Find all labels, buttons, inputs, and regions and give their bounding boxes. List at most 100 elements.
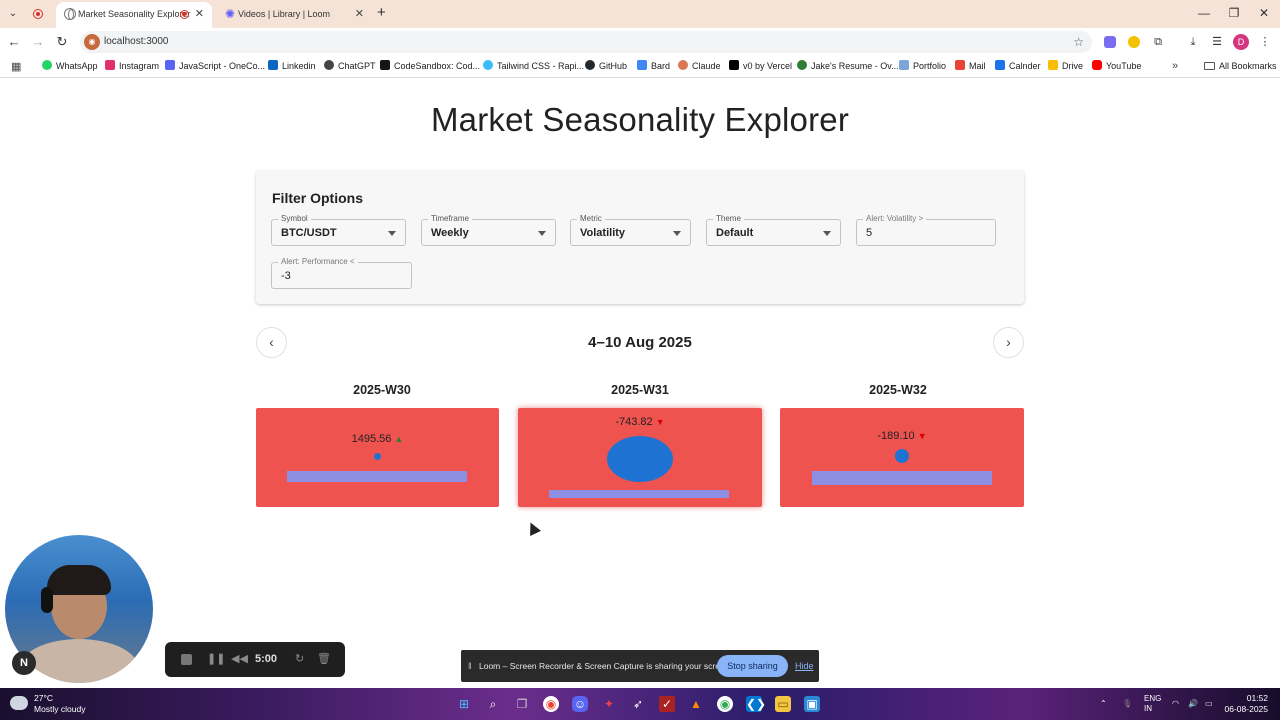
kebab-menu-icon[interactable]: ⋮ [1256,33,1274,51]
bookmark-item[interactable]: GitHub [585,56,627,78]
steam-icon[interactable]: ➶ [630,696,646,712]
apps-grid-icon[interactable]: ▦ [11,61,23,73]
folder-icon [1204,62,1215,70]
bookmark-item[interactable]: JavaScript - OneCo... [165,56,265,78]
vscode-icon[interactable]: ❮❯ [746,696,766,712]
alert-performance-value: -3 [281,270,291,282]
bookmark-item[interactable]: WhatsApp [42,56,98,78]
bookmark-item[interactable]: Bard [637,56,670,78]
hide-link[interactable]: Hide [795,650,814,682]
gmail-icon [955,60,965,70]
chevron-right-icon: › [1006,334,1011,350]
next-period-button[interactable]: › [993,327,1024,358]
close-tab-icon[interactable]: ✕ [195,2,204,26]
download-icon[interactable]: ⤓ [1184,33,1202,51]
drag-handle-icon[interactable]: ‖ [468,650,472,682]
stop-recording-icon[interactable] [181,654,192,665]
weather-description[interactable]: Mostly cloudy [34,704,86,714]
rewind-icon[interactable]: ◀◀ [231,642,248,677]
restart-icon[interactable]: ↻ [295,642,304,677]
bookmark-item[interactable]: Claude [678,56,721,78]
bookmark-item[interactable]: v0 by Vercel [729,56,792,78]
week-card[interactable]: -189.10 ▼ [780,408,1024,507]
more-bookmarks-chevron-icon[interactable]: » [1172,56,1178,77]
symbol-select[interactable]: Symbol BTC/USDT [271,213,406,246]
bookmark-label: Bard [651,61,671,71]
weather-cloud-icon[interactable] [10,696,28,710]
restore-icon[interactable]: ❐ [1219,4,1249,22]
previous-period-button[interactable]: ‹ [256,327,287,358]
profile-avatar[interactable]: D [1233,34,1249,50]
vlc-icon[interactable]: ▲ [688,696,704,712]
task-view-icon[interactable]: ❐ [514,696,530,712]
loom-badge[interactable]: N [12,651,36,675]
windows-start-icon[interactable]: ⊞ [456,696,472,712]
alert-performance-input[interactable]: Alert: Performance < -3 [271,256,412,289]
windows-taskbar: 27°C Mostly cloudy ⊞ ⌕ ❐ ◉ ☺ ✦ ➶ ✓ ▲ ◉ ❮… [0,688,1280,720]
volume-icon[interactable]: 🔊 [1188,688,1198,720]
week-card[interactable]: 1495.56 ▲ [256,408,499,507]
language-indicator[interactable]: ENG IN [1144,694,1161,714]
bookmark-item[interactable]: Instagram [105,56,159,78]
bookmark-item[interactable]: Linkedin [268,56,316,78]
tab-market-seasonality[interactable]: Market Seasonality Explorer ✕ [56,2,212,28]
stop-sharing-button[interactable]: Stop sharing [717,655,788,677]
bookmark-item[interactable]: Jake's Resume - Ov... [797,56,899,78]
tab-search-chevron-icon[interactable]: ⌄ [5,6,21,22]
file-explorer-icon[interactable]: ▭ [775,696,791,712]
dropdown-caret-icon [388,231,396,236]
bookmark-item[interactable]: Calnder [995,56,1041,78]
wifi-icon[interactable]: ◠ [1172,688,1179,720]
bard-icon [637,60,647,70]
bookmark-item[interactable]: Tailwind CSS - Rapi... [483,56,584,78]
all-bookmarks[interactable]: All Bookmarks [1204,56,1277,77]
photos-icon[interactable]: ▣ [804,696,820,712]
alert-volatility-input[interactable]: Alert: Volatility > 5 [856,213,996,246]
reload-icon[interactable]: ↻ [54,33,70,51]
system-clock[interactable]: 01:52 06-08-2025 [1224,693,1268,715]
down-arrow-icon: ▼ [655,417,665,427]
timeframe-select[interactable]: Timeframe Weekly [421,213,556,246]
oneco-icon [165,60,175,70]
extension-icon[interactable] [1125,33,1143,51]
tab-loom-library[interactable]: ✺ Videos | Library | Loom ✕ [216,2,372,28]
bookmark-item[interactable]: YouTube [1092,56,1141,78]
app-icon[interactable]: ✓ [659,696,675,712]
battery-icon[interactable]: ▭ [1205,688,1213,720]
microphone-icon[interactable]: 🎙 [1122,688,1132,720]
week-card[interactable]: -743.82 ▼ [518,408,762,507]
search-icon[interactable]: ⌕ [485,696,501,712]
address-bar[interactable]: ◉ localhost:3000 ☆ [80,31,1092,53]
media-control-icon[interactable]: ☰ [1208,33,1226,51]
webcam-headset [41,587,53,613]
bookmark-item[interactable]: Drive [1048,56,1083,78]
show-hidden-icons-chevron-icon[interactable]: ⌃ [1100,688,1107,720]
bookmark-star-icon[interactable]: ☆ [1073,31,1084,53]
pause-icon[interactable]: ❚❚ [207,642,225,677]
bookmark-label: JavaScript - OneCo... [179,61,266,71]
close-tab-icon[interactable]: ✕ [355,2,364,26]
chrome-profile-icon[interactable]: ◉ [717,696,733,712]
recording-controls: ❚❚ ◀◀ 5:00 ↻ 🗑 [165,642,345,677]
bookmark-item[interactable]: Portfolio [899,56,946,78]
bookmark-item[interactable]: CodeSandbox: Cod... [380,56,480,78]
url-text[interactable]: localhost:3000 [104,31,169,53]
bookmark-item[interactable]: ChatGPT [324,56,376,78]
metric-select[interactable]: Metric Volatility [570,213,691,246]
chrome-icon[interactable]: ◉ [543,696,559,712]
trash-icon[interactable]: 🗑 [317,642,331,677]
browser-toolbar: ← → ↻ ◉ localhost:3000 ☆ ⧉ ⤓ ☰ D ⋮ [0,28,1280,56]
site-info-icon[interactable]: ◉ [84,34,100,50]
extensions-puzzle-icon[interactable]: ⧉ [1149,33,1167,51]
forward-arrow-icon[interactable]: → [30,33,46,51]
back-arrow-icon[interactable]: ← [6,33,22,51]
weather-temperature[interactable]: 27°C [34,693,53,703]
bookmark-item[interactable]: Mail [955,56,986,78]
app-icon[interactable]: ✦ [601,696,617,712]
extension-icon[interactable] [1101,33,1119,51]
discord-icon[interactable]: ☺ [572,696,588,712]
theme-select[interactable]: Theme Default [706,213,841,246]
close-window-icon[interactable]: ✕ [1249,4,1279,22]
minimize-icon[interactable]: — [1189,4,1219,22]
new-tab-plus-icon[interactable]: + [377,4,386,22]
